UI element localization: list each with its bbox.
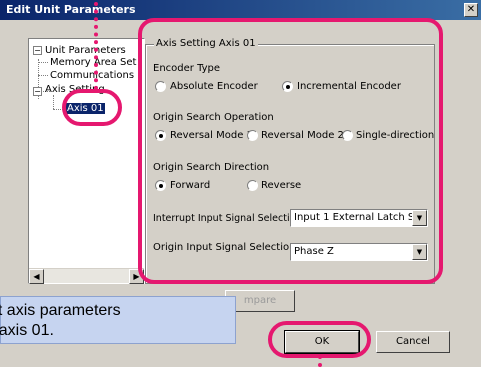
- forward-radio[interactable]: [155, 180, 166, 191]
- close-icon: ✕: [466, 4, 476, 15]
- origin-input-value: Phase Z: [294, 246, 334, 257]
- ok-button-label: OK: [314, 336, 330, 347]
- reverse-radio[interactable]: [247, 180, 258, 191]
- tree-item-axis-01-label: Axis 01: [66, 103, 105, 114]
- chevron-down-icon[interactable]: ▼: [412, 244, 427, 260]
- edit-unit-parameters-dialog: Edit Unit Parameters ✕ − Unit Parameters…: [0, 0, 481, 367]
- reversal-mode-1-radio[interactable]: [155, 130, 166, 141]
- origin-input-label: Origin Input Signal Selection: [153, 242, 296, 253]
- interrupt-input-label: Interrupt Input Signal Selection: [153, 213, 302, 224]
- tree-item-unit-parameters[interactable]: Unit Parameters: [45, 45, 126, 57]
- reverse-label[interactable]: Reverse: [261, 180, 301, 191]
- interrupt-input-select[interactable]: Input 1 External Latch Si ▼: [290, 209, 428, 227]
- incremental-encoder-radio[interactable]: [282, 81, 293, 92]
- ok-button[interactable]: OK: [284, 330, 360, 354]
- tree-horizontal-scrollbar[interactable]: ◀ ▶: [29, 268, 144, 284]
- encoder-type-label: Encoder Type: [153, 63, 221, 74]
- title-bar: Edit Unit Parameters ✕: [0, 0, 481, 20]
- collapse-axis-icon[interactable]: −: [33, 87, 42, 96]
- callout-note: et axis parameters r axis 01.: [0, 296, 236, 344]
- callout-line-1: et axis parameters: [0, 302, 121, 319]
- reversal-mode-2-radio[interactable]: [247, 130, 258, 141]
- origin-search-operation-label: Origin Search Operation: [153, 112, 274, 123]
- absolute-encoder-label[interactable]: Absolute Encoder: [170, 81, 258, 92]
- scroll-left-icon[interactable]: ◀: [29, 269, 44, 284]
- close-button[interactable]: ✕: [464, 3, 478, 17]
- collapse-root-icon[interactable]: −: [33, 46, 42, 55]
- tree-item-memory-area[interactable]: Memory Area Set: [50, 57, 136, 69]
- interrupt-input-value: Input 1 External Latch Si: [294, 212, 418, 223]
- single-direction-label[interactable]: Single-direction: [356, 130, 434, 141]
- chevron-down-icon[interactable]: ▼: [412, 210, 427, 226]
- incremental-encoder-label[interactable]: Incremental Encoder: [297, 81, 401, 92]
- callout-line-2: r axis 01.: [0, 322, 54, 339]
- tree-item-axis-01[interactable]: Axis 01: [66, 103, 105, 115]
- cancel-button[interactable]: Cancel: [376, 331, 450, 353]
- absolute-encoder-radio[interactable]: [155, 81, 166, 92]
- cancel-button-label: Cancel: [396, 336, 430, 347]
- origin-search-direction-label: Origin Search Direction: [153, 162, 270, 173]
- window-title: Edit Unit Parameters: [6, 3, 136, 16]
- compare-button-label: mpare: [243, 295, 277, 306]
- tree-item-communications[interactable]: Communications: [50, 70, 134, 82]
- reversal-mode-2-label[interactable]: Reversal Mode 2: [261, 130, 344, 141]
- group-title: Axis Setting Axis 01: [154, 38, 258, 49]
- tree-item-axis-setting[interactable]: Axis Setting: [45, 84, 105, 96]
- parameter-tree[interactable]: − Unit Parameters Memory Area Set Commun…: [28, 38, 145, 284]
- reversal-mode-1-label[interactable]: Reversal Mode 1: [170, 130, 253, 141]
- origin-input-select[interactable]: Phase Z ▼: [290, 243, 428, 261]
- forward-label[interactable]: Forward: [170, 180, 210, 191]
- single-direction-radio[interactable]: [342, 130, 353, 141]
- highlight-ok-connector: [318, 355, 322, 367]
- scroll-right-icon[interactable]: ▶: [129, 269, 144, 284]
